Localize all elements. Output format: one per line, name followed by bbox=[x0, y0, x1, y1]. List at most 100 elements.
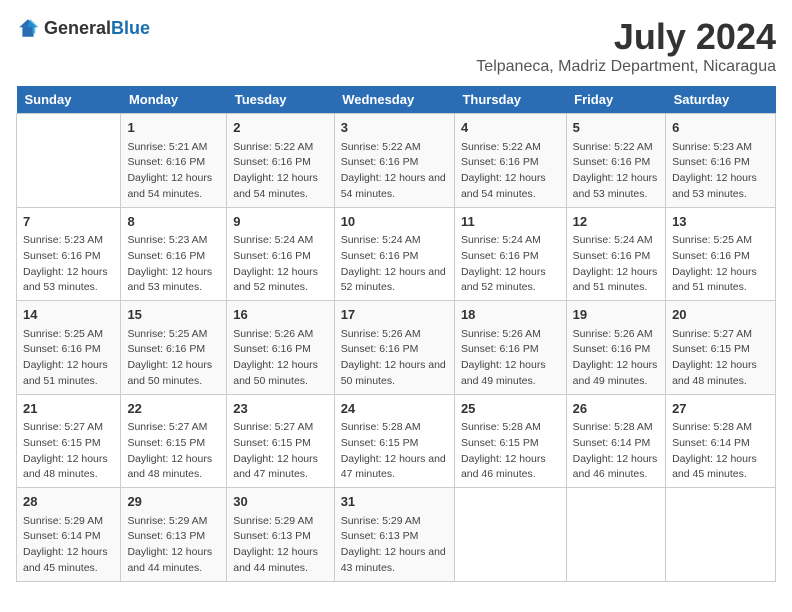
col-saturday: Saturday bbox=[666, 86, 776, 114]
date-number: 2 bbox=[233, 118, 327, 138]
cell-info: Sunrise: 5:22 AMSunset: 6:16 PMDaylight:… bbox=[341, 140, 448, 203]
calendar-cell bbox=[566, 488, 665, 582]
date-number: 16 bbox=[233, 305, 327, 325]
calendar-cell: 7Sunrise: 5:23 AMSunset: 6:16 PMDaylight… bbox=[17, 207, 121, 301]
cell-info: Sunrise: 5:29 AMSunset: 6:13 PMDaylight:… bbox=[127, 514, 220, 577]
cell-info: Sunrise: 5:22 AMSunset: 6:16 PMDaylight:… bbox=[461, 140, 560, 203]
cell-info: Sunrise: 5:28 AMSunset: 6:15 PMDaylight:… bbox=[341, 420, 448, 483]
calendar-cell: 4Sunrise: 5:22 AMSunset: 6:16 PMDaylight… bbox=[454, 114, 566, 208]
cell-info: Sunrise: 5:24 AMSunset: 6:16 PMDaylight:… bbox=[341, 233, 448, 296]
calendar-cell: 28Sunrise: 5:29 AMSunset: 6:14 PMDayligh… bbox=[17, 488, 121, 582]
date-number: 7 bbox=[23, 212, 114, 232]
cell-info: Sunrise: 5:25 AMSunset: 6:16 PMDaylight:… bbox=[672, 233, 769, 296]
date-number: 18 bbox=[461, 305, 560, 325]
cell-info: Sunrise: 5:23 AMSunset: 6:16 PMDaylight:… bbox=[23, 233, 114, 296]
date-number: 11 bbox=[461, 212, 560, 232]
calendar-cell: 16Sunrise: 5:26 AMSunset: 6:16 PMDayligh… bbox=[227, 301, 334, 395]
date-number: 22 bbox=[127, 399, 220, 419]
calendar-cell: 24Sunrise: 5:28 AMSunset: 6:15 PMDayligh… bbox=[334, 394, 454, 488]
cell-info: Sunrise: 5:22 AMSunset: 6:16 PMDaylight:… bbox=[573, 140, 659, 203]
date-number: 13 bbox=[672, 212, 769, 232]
cell-info: Sunrise: 5:25 AMSunset: 6:16 PMDaylight:… bbox=[23, 327, 114, 390]
calendar-cell: 8Sunrise: 5:23 AMSunset: 6:16 PMDaylight… bbox=[121, 207, 227, 301]
date-number: 3 bbox=[341, 118, 448, 138]
date-number: 27 bbox=[672, 399, 769, 419]
cell-info: Sunrise: 5:22 AMSunset: 6:16 PMDaylight:… bbox=[233, 140, 327, 203]
main-title: July 2024 bbox=[476, 16, 776, 58]
date-number: 21 bbox=[23, 399, 114, 419]
calendar-cell: 2Sunrise: 5:22 AMSunset: 6:16 PMDaylight… bbox=[227, 114, 334, 208]
cell-info: Sunrise: 5:28 AMSunset: 6:14 PMDaylight:… bbox=[573, 420, 659, 483]
date-number: 6 bbox=[672, 118, 769, 138]
calendar-cell: 18Sunrise: 5:26 AMSunset: 6:16 PMDayligh… bbox=[454, 301, 566, 395]
calendar-week-row: 14Sunrise: 5:25 AMSunset: 6:16 PMDayligh… bbox=[17, 301, 776, 395]
calendar-table: Sunday Monday Tuesday Wednesday Thursday… bbox=[16, 86, 776, 582]
date-number: 29 bbox=[127, 492, 220, 512]
calendar-week-row: 28Sunrise: 5:29 AMSunset: 6:14 PMDayligh… bbox=[17, 488, 776, 582]
calendar-cell: 9Sunrise: 5:24 AMSunset: 6:16 PMDaylight… bbox=[227, 207, 334, 301]
date-number: 20 bbox=[672, 305, 769, 325]
calendar-week-row: 21 Sunrise: 5:27 AMSunset: 6:15 PMDayligh… bbox=[17, 394, 776, 488]
date-number: 10 bbox=[341, 212, 448, 232]
calendar-cell: 3Sunrise: 5:22 AMSunset: 6:16 PMDaylight… bbox=[334, 114, 454, 208]
calendar-cell: 31Sunrise: 5:29 AMSunset: 6:13 PMDayligh… bbox=[334, 488, 454, 582]
date-number: 9 bbox=[233, 212, 327, 232]
cell-info: Sunrise: 5:21 AMSunset: 6:16 PMDaylight:… bbox=[127, 140, 220, 203]
date-number: 19 bbox=[573, 305, 659, 325]
cell-info: Sunrise: 5:28 AMSunset: 6:14 PMDaylight:… bbox=[672, 420, 769, 483]
page-header: GeneralBlue July 2024 Telpaneca, Madriz … bbox=[16, 16, 776, 76]
date-number: 8 bbox=[127, 212, 220, 232]
date-number: 4 bbox=[461, 118, 560, 138]
cell-info: Sunrise: 5:24 AMSunset: 6:16 PMDaylight:… bbox=[461, 233, 560, 296]
header-row: Sunday Monday Tuesday Wednesday Thursday… bbox=[17, 86, 776, 114]
date-number: 23 bbox=[233, 399, 327, 419]
calendar-cell: 14Sunrise: 5:25 AMSunset: 6:16 PMDayligh… bbox=[17, 301, 121, 395]
cell-info: Sunrise: 5:27 AMSunset: 6:15 PMDaylight:… bbox=[672, 327, 769, 390]
date-number: 1 bbox=[127, 118, 220, 138]
calendar-cell: 26Sunrise: 5:28 AMSunset: 6:14 PMDayligh… bbox=[566, 394, 665, 488]
col-wednesday: Wednesday bbox=[334, 86, 454, 114]
date-number: 12 bbox=[573, 212, 659, 232]
cell-info: Sunrise: 5:28 AMSunset: 6:15 PMDaylight:… bbox=[461, 420, 560, 483]
date-number: 26 bbox=[573, 399, 659, 419]
calendar-cell: 27Sunrise: 5:28 AMSunset: 6:14 PMDayligh… bbox=[666, 394, 776, 488]
cell-info: Sunrise: 5:26 AMSunset: 6:16 PMDaylight:… bbox=[341, 327, 448, 390]
title-area: July 2024 Telpaneca, Madriz Department, … bbox=[476, 16, 776, 76]
logo: GeneralBlue bbox=[16, 16, 150, 40]
cell-info: Sunrise: 5:25 AMSunset: 6:16 PMDaylight:… bbox=[127, 327, 220, 390]
calendar-cell: 22Sunrise: 5:27 AMSunset: 6:15 PMDayligh… bbox=[121, 394, 227, 488]
date-number: 15 bbox=[127, 305, 220, 325]
date-number: 28 bbox=[23, 492, 114, 512]
calendar-cell: 17Sunrise: 5:26 AMSunset: 6:16 PMDayligh… bbox=[334, 301, 454, 395]
logo-general: General bbox=[44, 18, 111, 38]
cell-info: Sunrise: 5:29 AMSunset: 6:14 PMDaylight:… bbox=[23, 514, 114, 577]
cell-info: Sunrise: 5:23 AMSunset: 6:16 PMDaylight:… bbox=[127, 233, 220, 296]
logo-text: GeneralBlue bbox=[44, 18, 150, 39]
calendar-cell: 13Sunrise: 5:25 AMSunset: 6:16 PMDayligh… bbox=[666, 207, 776, 301]
calendar-cell: 20Sunrise: 5:27 AMSunset: 6:15 PMDayligh… bbox=[666, 301, 776, 395]
date-number: 30 bbox=[233, 492, 327, 512]
logo-icon bbox=[16, 16, 40, 40]
date-number: 24 bbox=[341, 399, 448, 419]
cell-info: Sunrise: 5:26 AMSunset: 6:16 PMDaylight:… bbox=[233, 327, 327, 390]
calendar-cell bbox=[17, 114, 121, 208]
cell-info: Sunrise: 5:24 AMSunset: 6:16 PMDaylight:… bbox=[573, 233, 659, 296]
logo-blue: Blue bbox=[111, 18, 150, 38]
calendar-cell: 15Sunrise: 5:25 AMSunset: 6:16 PMDayligh… bbox=[121, 301, 227, 395]
cell-info: Sunrise: 5:23 AMSunset: 6:16 PMDaylight:… bbox=[672, 140, 769, 203]
col-thursday: Thursday bbox=[454, 86, 566, 114]
calendar-cell bbox=[666, 488, 776, 582]
calendar-cell: 29Sunrise: 5:29 AMSunset: 6:13 PMDayligh… bbox=[121, 488, 227, 582]
calendar-cell: 19Sunrise: 5:26 AMSunset: 6:16 PMDayligh… bbox=[566, 301, 665, 395]
calendar-cell: 5Sunrise: 5:22 AMSunset: 6:16 PMDaylight… bbox=[566, 114, 665, 208]
date-number: 5 bbox=[573, 118, 659, 138]
col-monday: Monday bbox=[121, 86, 227, 114]
subtitle: Telpaneca, Madriz Department, Nicaragua bbox=[476, 58, 776, 76]
calendar-cell: 30Sunrise: 5:29 AMSunset: 6:13 PMDayligh… bbox=[227, 488, 334, 582]
date-number: 25 bbox=[461, 399, 560, 419]
date-number: 14 bbox=[23, 305, 114, 325]
calendar-cell: 10Sunrise: 5:24 AMSunset: 6:16 PMDayligh… bbox=[334, 207, 454, 301]
cell-info: Sunrise: 5:27 AMSunset: 6:15 PMDaylight:… bbox=[233, 420, 327, 483]
cell-info: Sunrise: 5:27 AMSunset: 6:15 PMDaylight:… bbox=[127, 420, 220, 483]
calendar-cell: 1Sunrise: 5:21 AMSunset: 6:16 PMDaylight… bbox=[121, 114, 227, 208]
